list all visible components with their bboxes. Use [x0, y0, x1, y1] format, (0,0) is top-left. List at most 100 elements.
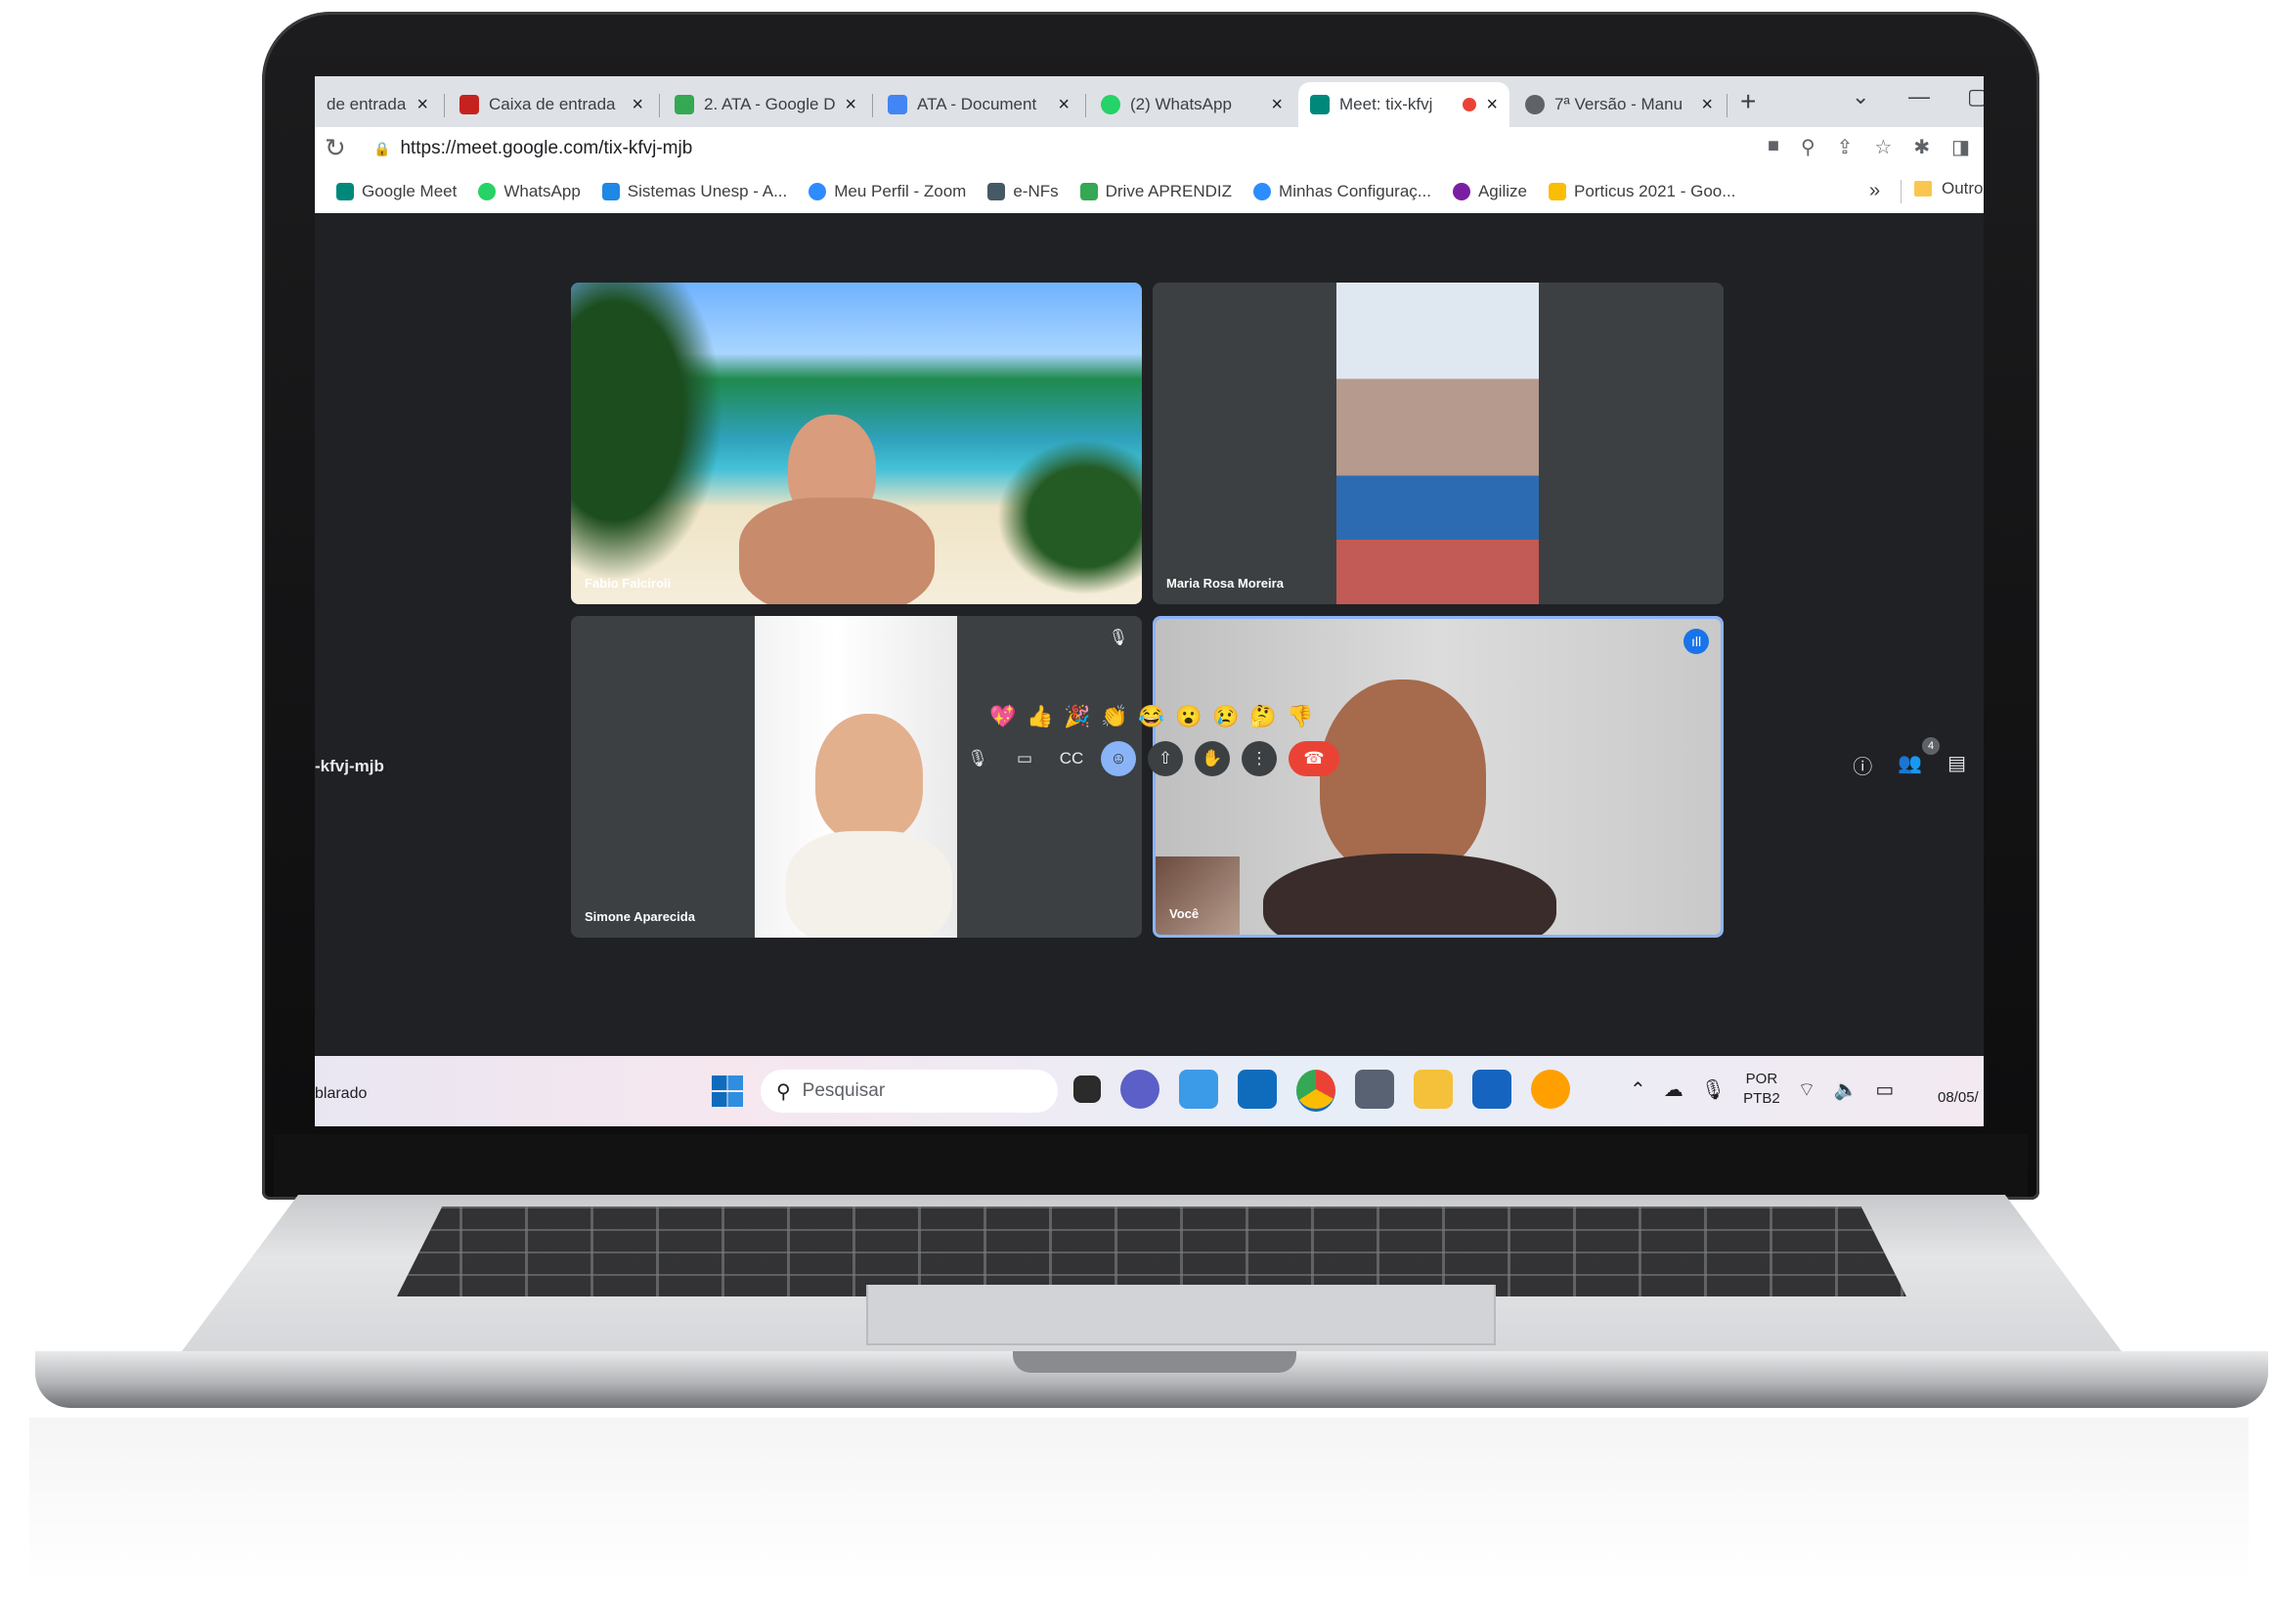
bookmark-drive-aprendiz[interactable]: Drive APRENDIZ	[1079, 182, 1232, 201]
close-icon[interactable]: ×	[1701, 94, 1713, 116]
search-icon: ⚲	[776, 1080, 791, 1103]
taskbar-search-box[interactable]: ⚲ Pesquisar	[761, 1070, 1058, 1113]
zoom-icon[interactable]: ⚲	[1801, 135, 1815, 159]
task-view-icon[interactable]	[1073, 1075, 1101, 1103]
volume-icon[interactable]: 🔈	[1833, 1077, 1858, 1102]
side-panel-icon[interactable]: ◨	[1951, 135, 1970, 159]
bookmark-zoom-profile[interactable]: Meu Perfil - Zoom	[809, 182, 966, 201]
laptop-chin	[274, 1134, 2028, 1197]
bookmarks-overflow-icon[interactable]: »	[1869, 180, 1880, 202]
weather-widget-text[interactable]: blarado	[315, 1085, 367, 1103]
close-icon[interactable]: ×	[632, 94, 643, 116]
windows-start-icon[interactable]	[712, 1075, 743, 1107]
captions-button[interactable]: CC	[1054, 741, 1089, 776]
onedrive-icon[interactable]: ☁	[1664, 1077, 1684, 1102]
share-icon[interactable]: ⇪	[1837, 135, 1854, 159]
recording-icon	[1463, 98, 1477, 111]
bookmark-google-meet[interactable]: Google Meet	[336, 182, 457, 201]
camera-button[interactable]: ▭	[1007, 741, 1042, 776]
omnibox[interactable]: 🔒 https://meet.google.com/tix-kfvj-mjb	[364, 131, 1420, 166]
participant-name: Você	[1169, 906, 1200, 921]
bookmark-label: Google Meet	[362, 182, 458, 200]
reaction-surprised[interactable]: 😮	[1175, 704, 1202, 729]
tab-whatsapp[interactable]: (2) WhatsApp ×	[1089, 82, 1294, 127]
reaction-clap[interactable]: 👏	[1101, 704, 1127, 729]
new-tab-icon[interactable]: +	[1740, 86, 1756, 117]
chevron-up-icon[interactable]: ⌃	[1630, 1077, 1646, 1102]
speaking-indicator-icon: ıll	[1684, 629, 1709, 654]
bookmark-label: Minhas Configuraç...	[1279, 182, 1431, 200]
whatsapp-icon	[478, 183, 497, 200]
camera-in-use-icon[interactable]: ■	[1768, 135, 1779, 159]
reaction-sad[interactable]: 😢	[1212, 704, 1239, 729]
tab-separator	[444, 94, 445, 117]
language-indicator[interactable]: POR PTB2	[1743, 1070, 1780, 1109]
self-view-tile[interactable]: ıll Você	[1153, 616, 1724, 938]
minimize-icon[interactable]: —	[1908, 84, 1930, 110]
app-icon[interactable]	[1531, 1070, 1570, 1109]
bookmark-label: Agilize	[1477, 182, 1528, 200]
tab-versao[interactable]: 7ª Versão - Manu ×	[1513, 82, 1725, 127]
reaction-thinking[interactable]: 🤔	[1249, 704, 1276, 729]
close-icon[interactable]: ×	[845, 94, 856, 116]
calculator-icon[interactable]	[1355, 1070, 1394, 1109]
reload-icon[interactable]: ↻	[325, 133, 346, 163]
people-icon[interactable]: 👥	[1898, 751, 1922, 779]
bookmark-label: Meu Perfil - Zoom	[834, 182, 967, 200]
other-bookmarks-folder[interactable]: Outro	[1914, 179, 1984, 198]
participant-tile[interactable]: Maria Rosa Moreira	[1153, 283, 1724, 604]
chat-icon[interactable]: ▤	[1947, 751, 1966, 779]
reaction-party[interactable]: 🎉	[1064, 704, 1090, 729]
reaction-heart[interactable]: 💖	[989, 704, 1016, 729]
maximize-icon[interactable]: ▢	[1967, 84, 1984, 110]
participant-tile[interactable]: 🎙 Simone Aparecida	[571, 616, 1142, 938]
app-icon[interactable]	[1472, 1070, 1511, 1109]
microphone-button[interactable]: 🎙	[960, 741, 995, 776]
info-icon[interactable]: ⓘ	[1853, 751, 1872, 779]
tab-google-meet[interactable]: Meet: tix-kfvj ×	[1298, 82, 1509, 127]
present-screen-button[interactable]: ⇧	[1148, 741, 1183, 776]
file-explorer-icon[interactable]	[1414, 1070, 1453, 1109]
bookmark-star-icon[interactable]: ☆	[1874, 135, 1892, 159]
tab-title: 7ª Versão - Manu	[1554, 95, 1684, 113]
trackpad	[866, 1285, 1496, 1345]
photos-icon[interactable]	[1179, 1070, 1218, 1109]
globe-icon	[1525, 95, 1545, 114]
bookmark-sistemas-unesp[interactable]: Sistemas Unesp - A...	[601, 182, 787, 201]
lock-icon[interactable]: 🔒	[373, 141, 390, 157]
tab-search-chevron-icon[interactable]: ⌄	[1852, 84, 1869, 110]
tab-google-drive[interactable]: 2. ATA - Google D ×	[663, 82, 868, 127]
taskbar-date[interactable]: 08/05/	[1938, 1089, 1979, 1106]
tab-title: Meet: tix-kfvj	[1339, 95, 1433, 113]
microphone-icon[interactable]: 🎙	[1701, 1077, 1726, 1102]
chrome-icon[interactable]	[1296, 1070, 1335, 1112]
close-icon[interactable]: ×	[1058, 94, 1070, 116]
raise-hand-button[interactable]: ✋	[1195, 741, 1230, 776]
teams-chat-icon[interactable]	[1120, 1070, 1159, 1109]
tab-google-docs[interactable]: ATA - Document ×	[876, 82, 1081, 127]
close-icon[interactable]: ×	[416, 94, 428, 116]
extensions-icon[interactable]: ✱	[1913, 135, 1930, 159]
tab-gmail-2[interactable]: Caixa de entrada ×	[448, 82, 655, 127]
close-icon[interactable]: ×	[1486, 94, 1498, 116]
close-icon[interactable]: ×	[1271, 94, 1283, 116]
lid-opening-notch	[1013, 1351, 1296, 1373]
reaction-thumbs-up[interactable]: 👍	[1027, 704, 1053, 729]
battery-icon[interactable]: ▭	[1875, 1077, 1894, 1102]
tab-gmail-1[interactable]: de entrada ×	[315, 82, 440, 127]
bookmark-whatsapp[interactable]: WhatsApp	[478, 182, 581, 201]
leave-call-button[interactable]: ☎	[1289, 741, 1339, 776]
reaction-thumbs-down[interactable]: 👎	[1287, 704, 1313, 729]
reaction-laugh[interactable]: 😂	[1138, 704, 1164, 729]
bookmark-zoom-settings[interactable]: Minhas Configuraç...	[1253, 182, 1431, 201]
bookmark-agilize[interactable]: Agilize	[1452, 182, 1528, 201]
meet-stage: Fabio Falciroli Maria Rosa Moreira 🎙 Sim…	[315, 213, 1984, 1056]
outlook-icon[interactable]	[1238, 1070, 1277, 1109]
bookmark-porticus[interactable]: Porticus 2021 - Goo...	[1549, 182, 1735, 201]
participant-tile[interactable]: Fabio Falciroli	[571, 283, 1142, 604]
taskbar-apps	[1073, 1070, 1570, 1112]
emoji-reactions-button[interactable]: ☺	[1101, 741, 1136, 776]
wifi-icon[interactable]: ⌔	[1798, 1077, 1816, 1102]
bookmark-enfs[interactable]: e-NFs	[987, 182, 1059, 201]
more-options-button[interactable]: ⋮	[1242, 741, 1277, 776]
